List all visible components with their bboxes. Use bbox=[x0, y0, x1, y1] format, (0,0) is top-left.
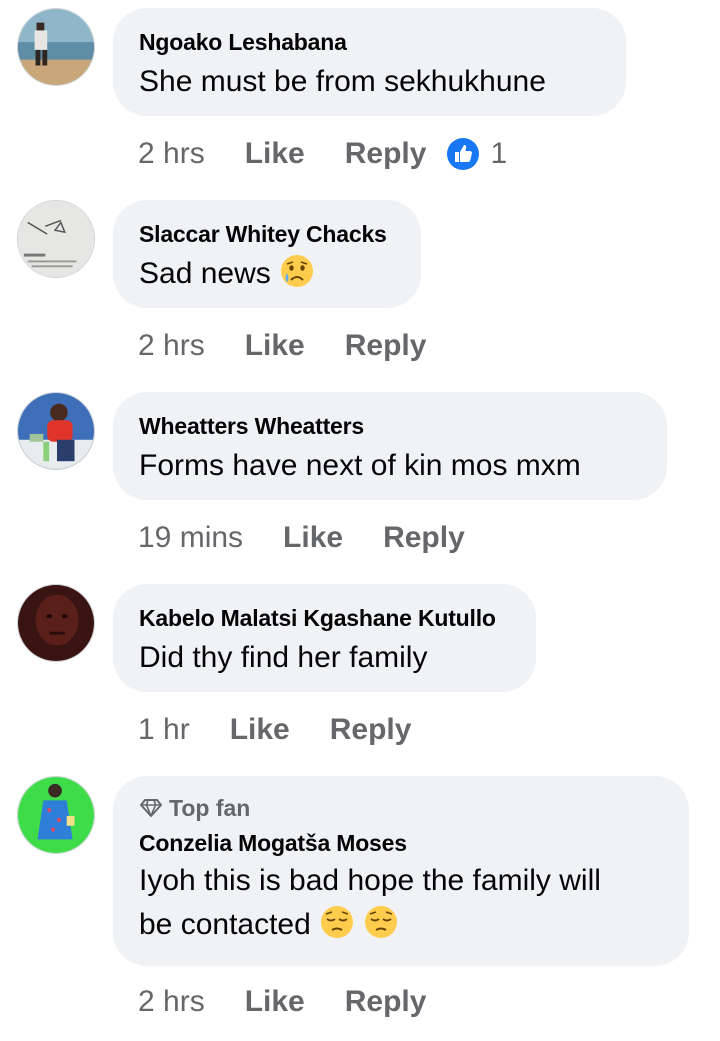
comment-timestamp[interactable]: 19 mins bbox=[138, 521, 243, 555]
comment-author[interactable]: Slaccar Whitey Chacks bbox=[139, 220, 395, 248]
comment-timestamp[interactable]: 2 hrs bbox=[138, 985, 205, 1019]
like-reaction-icon bbox=[446, 137, 480, 171]
comment-actions: 19 mins Like Reply bbox=[138, 517, 465, 559]
reply-button[interactable]: Reply bbox=[345, 329, 427, 363]
comment-actions: 2 hrs Like Reply bbox=[138, 325, 426, 367]
avatar[interactable] bbox=[17, 200, 95, 278]
reply-button[interactable]: Reply bbox=[345, 137, 427, 171]
like-button[interactable]: Like bbox=[230, 713, 290, 747]
pensive-face-emoji-icon bbox=[363, 904, 399, 953]
comment-text: She must be from sekhukhune bbox=[139, 65, 546, 98]
comment-text-content: be contacted bbox=[139, 908, 311, 941]
comment-text: Sad news bbox=[139, 252, 395, 302]
reply-button[interactable]: Reply bbox=[330, 713, 412, 747]
comment-timestamp[interactable]: 2 hrs bbox=[138, 137, 205, 171]
comment-text: Did thy find her family bbox=[139, 641, 428, 674]
reaction-count: 1 bbox=[490, 137, 508, 170]
comment-timestamp[interactable]: 2 hrs bbox=[138, 329, 205, 363]
like-button[interactable]: Like bbox=[283, 521, 343, 555]
comment-actions: 2 hrs Like Reply 1 bbox=[138, 133, 507, 175]
comment-author[interactable]: Ngoako Leshabana bbox=[139, 28, 600, 56]
crying-face-emoji-icon bbox=[279, 253, 315, 302]
comment-bubble: Top fan Conzelia Mogatša Moses Iyoh this… bbox=[113, 776, 689, 966]
comment-text-line: Iyoh this is bad hope the family will bbox=[139, 864, 601, 897]
like-button[interactable]: Like bbox=[245, 985, 305, 1019]
avatar-photo-sketch bbox=[18, 201, 94, 277]
avatar-photo-person-red-shirt bbox=[18, 393, 94, 469]
comment-bubble: Kabelo Malatsi Kgashane Kutullo Did thy … bbox=[113, 584, 536, 692]
comment-timestamp[interactable]: 1 hr bbox=[138, 713, 190, 747]
comment-author[interactable]: Kabelo Malatsi Kgashane Kutullo bbox=[139, 604, 510, 632]
comment-author[interactable]: Conzelia Mogatša Moses bbox=[139, 829, 663, 857]
pensive-face-emoji-icon bbox=[319, 904, 355, 953]
diamond-icon bbox=[139, 798, 163, 818]
comment-bubble: Slaccar Whitey Chacks Sad news bbox=[113, 200, 421, 308]
comment-bubble: Wheatters Wheatters Forms have next of k… bbox=[113, 392, 667, 500]
comment-text: Forms have next of kin mos mxm bbox=[139, 449, 581, 482]
reply-button[interactable]: Reply bbox=[345, 985, 427, 1019]
comment-text-content: Sad news bbox=[139, 257, 271, 290]
reply-button[interactable]: Reply bbox=[383, 521, 465, 555]
avatar[interactable] bbox=[17, 392, 95, 470]
reaction-summary[interactable]: 1 bbox=[446, 137, 507, 171]
avatar[interactable] bbox=[17, 584, 95, 662]
avatar-photo-dark-portrait bbox=[18, 585, 94, 661]
top-fan-badge: Top fan bbox=[139, 794, 663, 822]
top-fan-label: Top fan bbox=[169, 795, 251, 821]
avatar[interactable] bbox=[17, 8, 95, 86]
comment-actions: 1 hr Like Reply bbox=[138, 709, 411, 751]
avatar[interactable] bbox=[17, 776, 95, 854]
like-button[interactable]: Like bbox=[245, 137, 305, 171]
comment-text-line: be contacted bbox=[139, 903, 663, 953]
like-button[interactable]: Like bbox=[245, 329, 305, 363]
comment-author[interactable]: Wheatters Wheatters bbox=[139, 412, 641, 440]
avatar-photo-beach bbox=[18, 9, 94, 85]
comment-actions: 2 hrs Like Reply bbox=[138, 981, 426, 1023]
comment-bubble: Ngoako Leshabana She must be from sekhuk… bbox=[113, 8, 626, 116]
avatar-photo-person-green-bg bbox=[18, 777, 94, 853]
